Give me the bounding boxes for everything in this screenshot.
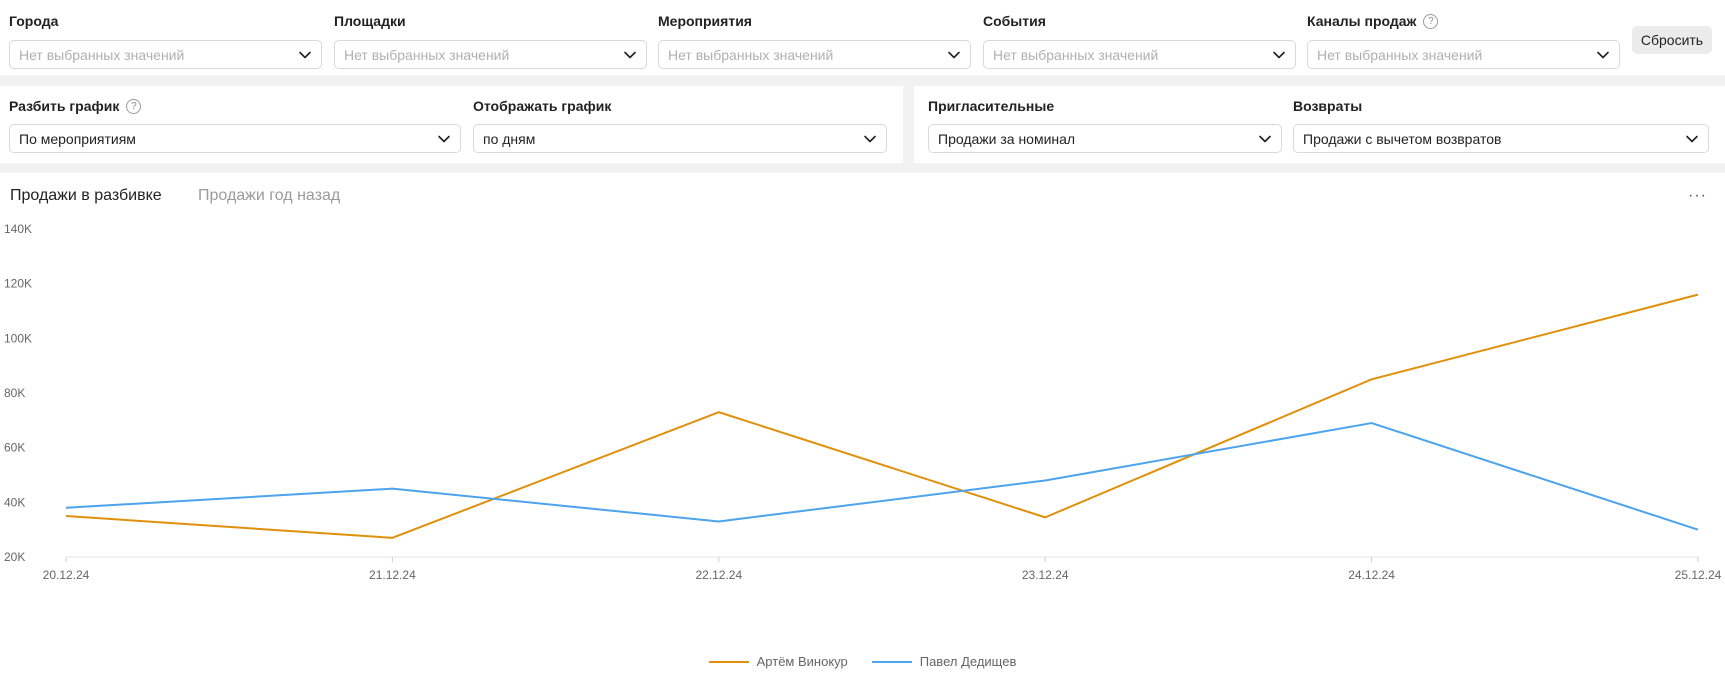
legend-item[interactable]: Артём Винокур: [708, 654, 848, 669]
x-tick-label: 23.12.24: [1022, 568, 1069, 582]
occasions-select[interactable]: Нет выбранных значений: [983, 40, 1296, 69]
venues-select-value: Нет выбранных значений: [344, 46, 510, 63]
legend-label: Павел Дедищев: [919, 654, 1017, 669]
sales-channels-label-text: Каналы продаж: [1307, 13, 1417, 29]
y-tick-label: 40K: [4, 495, 25, 509]
returns-select[interactable]: Продажи с вычетом возвратов: [1293, 124, 1709, 153]
chart-legend: Артём Винокур Павел Дедищев: [0, 654, 1725, 669]
y-tick-label: 120K: [4, 277, 32, 291]
chevron-down-icon: [624, 51, 636, 58]
chevron-down-icon: [948, 51, 960, 58]
display-chart-label: Отображать график: [473, 98, 611, 114]
invitations-select-value: Продажи за номинал: [938, 130, 1076, 147]
invitations-filter: Пригласительные Продажи за номинал: [928, 98, 1282, 158]
chevron-down-icon: [1597, 51, 1609, 58]
events-select[interactable]: Нет выбранных значений: [658, 40, 971, 69]
legend-item[interactable]: Павел Дедищев: [871, 654, 1017, 669]
split-chart-filter: Разбить график? По мероприятиям: [9, 98, 461, 158]
help-icon[interactable]: ?: [1423, 13, 1439, 29]
cities-filter: Города Нет выбранных значений: [9, 13, 322, 73]
returns-select-value: Продажи с вычетом возвратов: [1303, 130, 1502, 147]
split-chart-select-value: По мероприятиям: [19, 130, 136, 147]
events-label-text: Мероприятия: [658, 13, 752, 29]
sales-channels-select[interactable]: Нет выбранных значений: [1307, 40, 1620, 69]
display-chart-select[interactable]: по дням: [473, 124, 887, 153]
y-tick-label: 20K: [4, 550, 25, 564]
chevron-down-icon: [1273, 51, 1285, 58]
venues-filter: Площадки Нет выбранных значений: [334, 13, 647, 73]
sales-channels-label: Каналы продаж?: [1307, 13, 1439, 29]
chevron-down-icon: [864, 135, 876, 142]
sales-channels-select-value: Нет выбранных значений: [1317, 46, 1483, 63]
cities-select-value: Нет выбранных значений: [19, 46, 185, 63]
split-chart-label-text: Разбить график: [9, 98, 120, 114]
y-tick-label: 80K: [4, 386, 25, 400]
series-line-2[interactable]: [65, 422, 1699, 531]
sales-channels-filter: Каналы продаж? Нет выбранных значений: [1307, 13, 1620, 73]
returns-filter: Возвраты Продажи с вычетом возвратов: [1293, 98, 1709, 158]
chevron-down-icon: [299, 51, 311, 58]
chevron-down-icon: [1686, 135, 1698, 142]
events-label: Мероприятия: [658, 13, 752, 29]
legend-swatch: [708, 660, 749, 663]
x-tick-label: 24.12.24: [1348, 568, 1395, 582]
x-tick-label: 22.12.24: [695, 568, 742, 582]
reset-button[interactable]: Сбросить: [1632, 26, 1712, 54]
occasions-select-value: Нет выбранных значений: [993, 46, 1159, 63]
venues-label: Площадки: [334, 13, 406, 29]
x-tick-label: 21.12.24: [369, 568, 416, 582]
invitations-select[interactable]: Продажи за номинал: [928, 124, 1282, 153]
events-select-value: Нет выбранных значений: [668, 46, 834, 63]
display-chart-label-text: Отображать график: [473, 98, 612, 114]
venues-label-text: Площадки: [334, 13, 406, 29]
y-tick-label: 140K: [4, 222, 32, 236]
occasions-label: События: [983, 13, 1046, 29]
x-tick-label: 20.12.24: [43, 568, 90, 582]
returns-label: Возвраты: [1293, 98, 1362, 114]
y-tick-label: 60K: [4, 441, 25, 455]
events-filter: Мероприятия Нет выбранных значений: [658, 13, 971, 73]
invitations-label-text: Пригласительные: [928, 98, 1055, 114]
cities-label-text: Города: [9, 13, 59, 29]
venues-select[interactable]: Нет выбранных значений: [334, 40, 647, 69]
cities-label: Города: [9, 13, 58, 29]
legend-swatch: [871, 660, 912, 663]
chevron-down-icon: [438, 135, 450, 142]
chart-panel: Продажи в разбивке Продажи год назад ···…: [0, 173, 1725, 683]
split-chart-label: Разбить график?: [9, 98, 142, 114]
cities-select[interactable]: Нет выбранных значений: [9, 40, 322, 69]
sales-line-chart: 20K 40K 60K 80K 100K 120K 140K 20.12.24 21.12.24…: [4, 222, 1722, 582]
returns-label-text: Возвраты: [1293, 98, 1363, 114]
y-tick-label: 100K: [4, 331, 32, 345]
occasions-label-text: События: [983, 13, 1046, 29]
chevron-down-icon: [1259, 135, 1271, 142]
occasions-filter: События Нет выбранных значений: [983, 13, 1296, 73]
split-chart-select[interactable]: По мероприятиям: [9, 124, 461, 153]
display-chart-filter: Отображать график по дням: [473, 98, 887, 158]
display-chart-select-value: по дням: [483, 130, 536, 147]
x-tick-label: 25.12.24: [1675, 568, 1722, 582]
help-icon[interactable]: ?: [126, 98, 142, 114]
invitations-label: Пригласительные: [928, 98, 1054, 114]
legend-label: Артём Винокур: [756, 654, 848, 669]
